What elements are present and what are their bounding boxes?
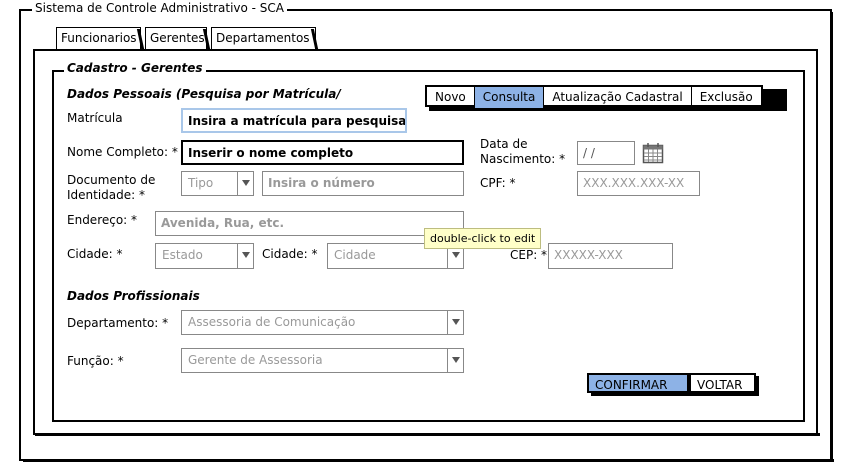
estado-select[interactable]: Estado: [155, 243, 254, 269]
edit-tooltip: double-click to edit: [424, 228, 542, 249]
chevron-down-icon[interactable]: [447, 311, 463, 334]
cpf-input[interactable]: XXX.XXX.XXX-XX: [577, 171, 700, 196]
endereco-input[interactable]: Avenida, Rua, etc.: [155, 211, 464, 236]
cep-label: CEP: *: [510, 248, 548, 262]
atualizacao-cadastral-button[interactable]: Atualização Cadastral: [544, 87, 692, 108]
tab-label: Gerentes: [150, 31, 205, 45]
tab-label: Departamentos: [216, 31, 310, 45]
cidade-label: Cidade: *: [262, 247, 318, 261]
tab-departamentos[interactable]: Departamentos: [211, 27, 316, 49]
confirm-button[interactable]: CONFIRMAR: [587, 373, 689, 393]
matricula-label: Matrícula: [67, 111, 123, 125]
fieldset-legend: Cadastro - Gerentes: [64, 61, 206, 75]
chevron-down-icon[interactable]: [237, 244, 253, 268]
novo-button[interactable]: Novo: [427, 87, 475, 108]
documento-label-line1: Documento de: [67, 173, 156, 187]
departamento-select[interactable]: Assessoria de Comunicação: [181, 310, 464, 335]
window-title: Sistema de Controle Administrativo - SCA: [32, 1, 288, 15]
data-nascimento-label-line1: Data de: [480, 137, 528, 151]
documento-label-line2: Identidade: *: [67, 188, 146, 202]
funcao-label: Função: *: [67, 354, 124, 368]
endereco-label: Endereço: *: [67, 213, 138, 227]
estado-label: Cidade: *: [67, 247, 123, 261]
tab-funcionarios[interactable]: Funcionarios: [56, 27, 141, 49]
documento-numero-input[interactable]: Insira o número: [262, 171, 464, 196]
chevron-down-icon[interactable]: [237, 172, 253, 195]
nome-completo-input[interactable]: Inserir o nome completo: [181, 140, 464, 165]
exclusao-button[interactable]: Exclusão: [692, 87, 761, 108]
window-shadow: [23, 459, 834, 462]
estado-value: Estado: [162, 248, 203, 262]
funcao-value: Gerente de Assessoria: [188, 353, 323, 367]
cep-input[interactable]: XXXXX-XXX: [548, 243, 673, 269]
documento-tipo-select[interactable]: Tipo: [181, 171, 254, 196]
data-nascimento-label-line2: Nascimento: *: [480, 152, 566, 166]
mode-button-group: Novo Consulta Atualização Cadastral Excl…: [425, 85, 763, 108]
calendar-icon[interactable]: [642, 142, 664, 164]
cidade-value: Cidade: [334, 248, 376, 262]
documento-tipo-value: Tipo: [188, 176, 214, 190]
consulta-button[interactable]: Consulta: [474, 87, 545, 108]
nome-completo-label: Nome Completo: *: [67, 145, 178, 159]
tab-bar: Funcionarios Gerentes Departamentos: [56, 27, 319, 49]
cpf-label: CPF: *: [480, 176, 516, 190]
window-shadow-right: [830, 12, 833, 462]
funcao-select[interactable]: Gerente de Assessoria: [181, 348, 464, 373]
dados-profissionais-title: Dados Profissionais: [67, 289, 200, 303]
back-button[interactable]: VOLTAR: [689, 373, 756, 393]
departamento-label: Departamento: *: [67, 316, 169, 330]
chevron-down-icon[interactable]: [447, 349, 463, 372]
dados-pessoais-title: Dados Pessoais (Pesquisa por Matrícula/: [67, 87, 341, 101]
departamento-value: Assessoria de Comunicação: [188, 315, 356, 329]
data-nascimento-input[interactable]: / /: [577, 141, 635, 165]
tab-label: Funcionarios: [61, 31, 137, 45]
matricula-input[interactable]: Insira a matrícula para pesquisar: [181, 108, 407, 133]
tab-gerentes[interactable]: Gerentes: [145, 27, 207, 49]
panel-shadow: [35, 433, 820, 436]
